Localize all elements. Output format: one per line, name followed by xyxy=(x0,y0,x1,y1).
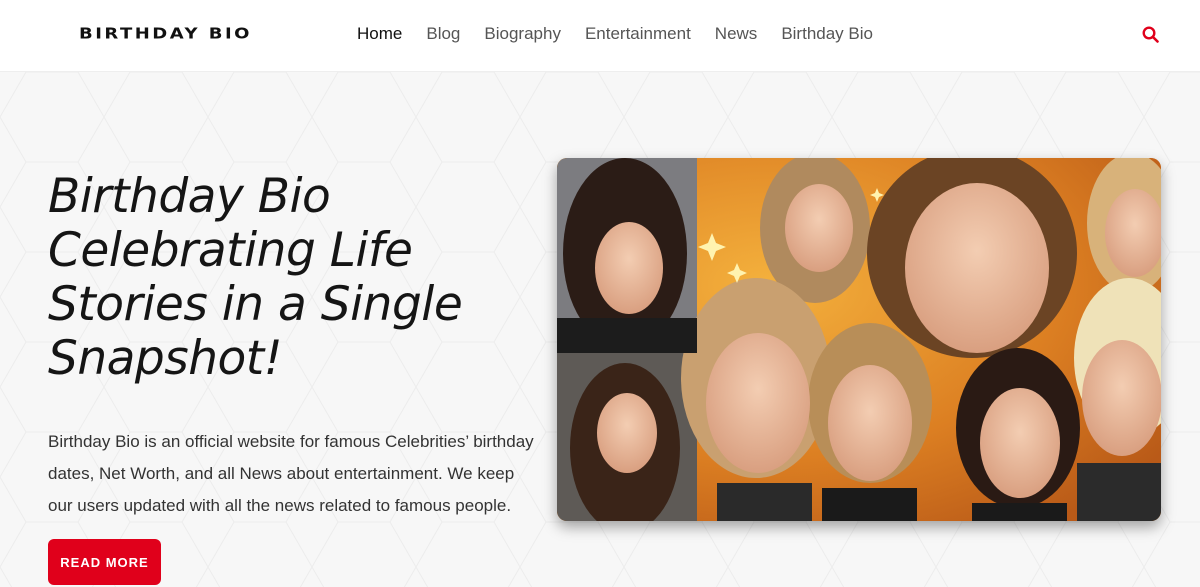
nav-item-blog[interactable]: Blog xyxy=(426,22,460,46)
collage-illustration xyxy=(557,158,1161,521)
site-logo[interactable]: BIRTHDAY BIO xyxy=(79,24,252,44)
main-nav: Home Blog Biography Entertainment News B… xyxy=(357,22,897,46)
celebrity-collage-image xyxy=(557,158,1161,521)
nav-item-entertainment[interactable]: Entertainment xyxy=(585,22,691,46)
nav-item-biography[interactable]: Biography xyxy=(484,22,561,46)
hero-section: Birthday Bio Celebrating Life Stories in… xyxy=(0,72,1200,587)
page: BIRTHDAY BIO Home Blog Biography Enterta… xyxy=(0,0,1200,587)
search-button[interactable] xyxy=(1138,22,1162,46)
site-header: BIRTHDAY BIO Home Blog Biography Enterta… xyxy=(0,0,1200,72)
read-more-button[interactable]: READ MORE xyxy=(48,539,161,585)
hero-title: Birthday Bio Celebrating Life Stories in… xyxy=(48,169,463,386)
nav-item-home[interactable]: Home xyxy=(357,22,402,46)
search-icon xyxy=(1141,25,1159,43)
nav-item-news[interactable]: News xyxy=(715,22,758,46)
nav-item-birthday-bio[interactable]: Birthday Bio xyxy=(781,22,873,46)
hero-description: Birthday Bio is an official website for … xyxy=(48,432,534,515)
